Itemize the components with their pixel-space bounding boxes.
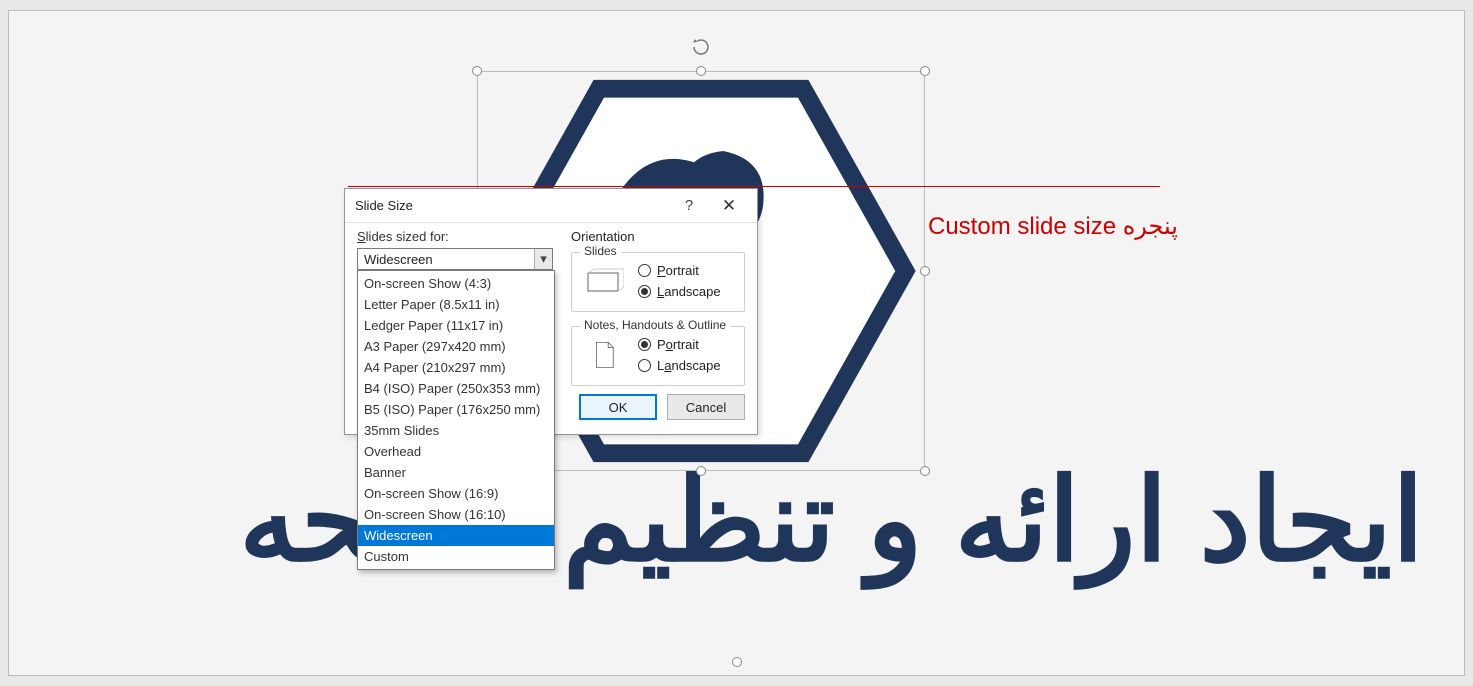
close-button[interactable]: ✕: [707, 196, 751, 216]
rotate-handle-icon[interactable]: [691, 37, 711, 57]
annotation-line: [348, 186, 1160, 187]
slides-orientation-group: Slides Portrait Landscape: [571, 252, 745, 312]
dropdown-option[interactable]: Ledger Paper (11x17 in): [358, 315, 554, 336]
annotation-label: پنجره Custom slide size: [928, 212, 1178, 241]
slide-bottom-handle[interactable]: [732, 657, 742, 667]
combo-value: Widescreen: [358, 252, 534, 267]
slide-title-text: ایجاد ارائه و تنظیم صفحه: [24, 461, 1424, 582]
notes-portrait-radio[interactable]: Portrait: [638, 337, 721, 352]
dropdown-option[interactable]: Widescreen: [358, 525, 554, 546]
cancel-button[interactable]: Cancel: [667, 394, 745, 420]
orientation-heading: Orientation: [571, 229, 745, 244]
combo-dropdown-button[interactable]: ▾: [534, 249, 552, 269]
dropdown-option[interactable]: A4 Paper (210x297 mm): [358, 357, 554, 378]
dropdown-option[interactable]: Overhead: [358, 441, 554, 462]
dropdown-option[interactable]: On-screen Show (16:9): [358, 483, 554, 504]
notes-orientation-group: Notes, Handouts & Outline Portrait Lands…: [571, 326, 745, 386]
slides-group-legend: Slides: [580, 244, 621, 258]
help-button[interactable]: ?: [671, 197, 707, 214]
slides-landscape-icon: [584, 265, 624, 297]
notes-portrait-icon: [584, 339, 624, 371]
dropdown-option[interactable]: Banner: [358, 462, 554, 483]
dropdown-option[interactable]: On-screen Show (16:10): [358, 504, 554, 525]
slides-sized-for-dropdown: On-screen Show (4:3)Letter Paper (8.5x11…: [357, 270, 555, 570]
dropdown-option[interactable]: Letter Paper (8.5x11 in): [358, 294, 554, 315]
slides-sized-for-combo[interactable]: Widescreen ▾ On-screen Show (4:3)Letter …: [357, 248, 553, 270]
slides-sized-for-label: Slides sized for:: [357, 229, 557, 244]
notes-group-legend: Notes, Handouts & Outline: [580, 318, 730, 332]
dropdown-option[interactable]: A3 Paper (297x420 mm): [358, 336, 554, 357]
dialog-titlebar[interactable]: Slide Size ? ✕: [345, 189, 757, 223]
slides-portrait-radio[interactable]: Portrait: [638, 263, 721, 278]
dialog-title-text: Slide Size: [355, 198, 671, 213]
slide-size-dialog: Slide Size ? ✕ Slides sized for: Widescr…: [344, 188, 758, 435]
dropdown-option[interactable]: 35mm Slides: [358, 420, 554, 441]
dropdown-option[interactable]: B4 (ISO) Paper (250x353 mm): [358, 378, 554, 399]
notes-landscape-radio[interactable]: Landscape: [638, 358, 721, 373]
slides-landscape-radio[interactable]: Landscape: [638, 284, 721, 299]
chevron-down-icon: ▾: [534, 251, 553, 267]
dropdown-option[interactable]: Custom: [358, 546, 554, 567]
dropdown-option[interactable]: B5 (ISO) Paper (176x250 mm): [358, 399, 554, 420]
dropdown-option[interactable]: On-screen Show (4:3): [358, 273, 554, 294]
ok-button[interactable]: OK: [579, 394, 657, 420]
